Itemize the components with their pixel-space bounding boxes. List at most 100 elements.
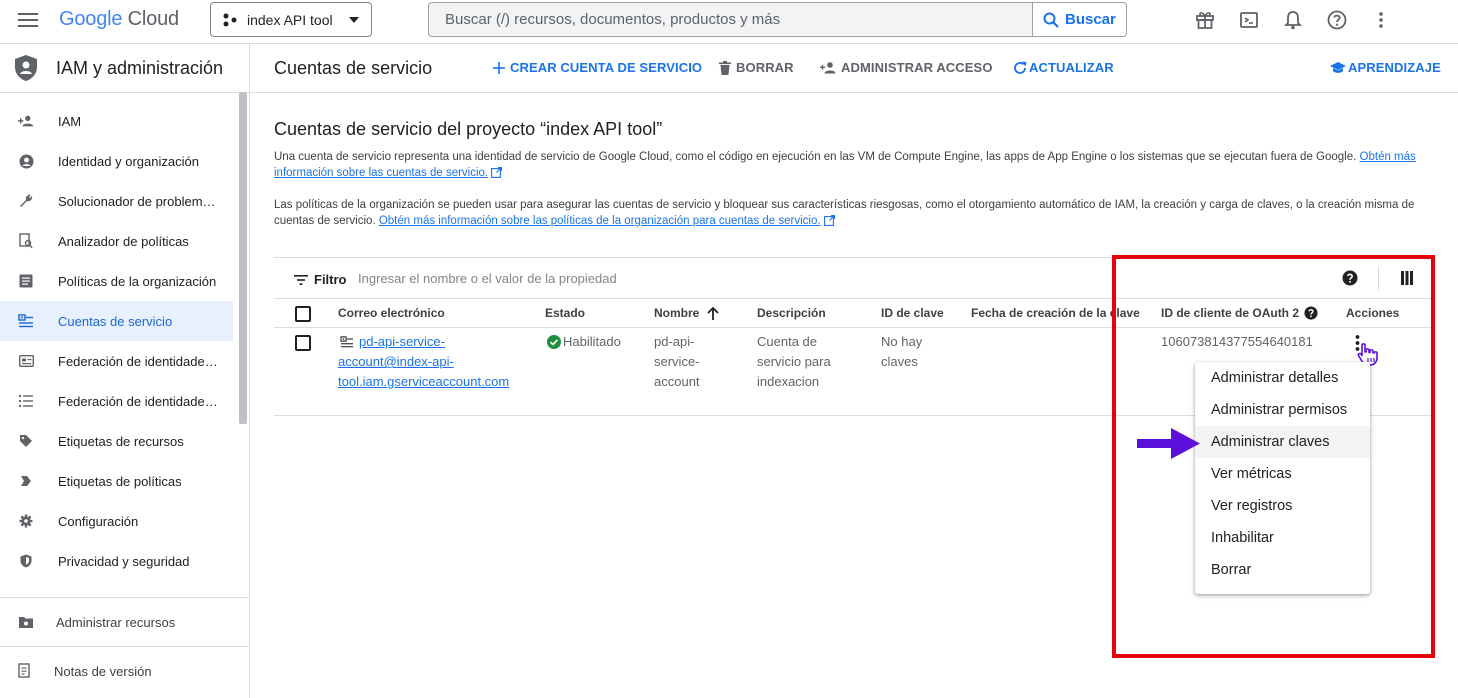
filter-list-icon <box>294 274 308 285</box>
sidebar-scrollbar[interactable] <box>239 92 247 424</box>
manage-resources-label: Administrar recursos <box>56 614 176 630</box>
name-line: pd-api- <box>654 334 695 349</box>
name-cell: pd-api- service- account <box>654 332 700 392</box>
page-title: Cuentas de servicio <box>274 58 433 78</box>
column-header-name-label: Nombre <box>654 306 700 320</box>
check-circle-icon <box>547 335 561 349</box>
description-line: servicio para <box>757 354 831 369</box>
external-link-icon <box>491 167 503 179</box>
sidebar-item-workforce-federation[interactable]: Federación de identidade… <box>0 381 233 421</box>
sidebar-item-label: Identidad y organización <box>58 153 199 169</box>
sidebar-item-iam[interactable]: IAM <box>0 101 233 141</box>
release-notes-label: Notas de versión <box>54 663 152 679</box>
google-cloud-logo[interactable]: Google Cloud <box>59 8 179 31</box>
sidebar-title: IAM y administración <box>56 57 224 78</box>
delete-label: BORRAR <box>736 60 794 75</box>
notifications-bell-icon[interactable] <box>1281 8 1305 32</box>
manage-access-button[interactable]: ADMINISTRAR ACCESO <box>820 60 993 75</box>
sidebar-item-policy-tags[interactable]: Etiquetas de políticas <box>0 461 233 501</box>
row-checkbox[interactable] <box>295 335 311 351</box>
column-header-key-id[interactable]: ID de clave <box>881 306 944 320</box>
cloud-shell-terminal-icon[interactable] <box>1237 8 1261 32</box>
description-cell: Cuenta de servicio para indexacion <box>757 332 831 392</box>
manage-access-label: ADMINISTRAR ACCESO <box>841 60 993 75</box>
service-account-email-link[interactable]: pd-api-service- account@index-api- tool.… <box>338 332 509 392</box>
list-icon <box>18 393 34 409</box>
column-header-status[interactable]: Estado <box>545 306 585 320</box>
sidebar-manage-resources[interactable]: Administrar recursos <box>0 597 249 646</box>
sidebar-item-service-accounts[interactable]: Cuentas de servicio <box>0 301 233 341</box>
sidebar-item-org-policies[interactable]: Políticas de la organización <box>0 261 233 301</box>
description-line: indexacion <box>757 374 820 389</box>
create-service-account-button[interactable]: CREAR CUENTA DE SERVICIO <box>493 60 702 75</box>
dropdown-caret-icon <box>348 16 359 23</box>
account-circle-icon <box>18 153 34 169</box>
learn-label: APRENDIZAJE <box>1348 60 1441 75</box>
key-id-line: No hay <box>881 334 923 349</box>
sidebar-item-policy-analyzer[interactable]: Analizador de políticas <box>0 221 233 261</box>
project-selector[interactable]: index API tool <box>210 2 372 37</box>
refresh-label: ACTUALIZAR <box>1029 60 1114 75</box>
column-header-description[interactable]: Descripción <box>757 306 826 320</box>
gear-icon <box>18 513 34 529</box>
plus-icon <box>493 61 505 74</box>
description-line: Cuenta de <box>757 334 817 349</box>
sidebar-item-label: Analizador de políticas <box>58 233 189 249</box>
sidebar-item-workload-federation[interactable]: Federación de identidade… <box>0 341 233 381</box>
trash-icon <box>719 60 731 75</box>
key-id-line: claves <box>881 354 918 369</box>
page-header: Cuentas de servicio CREAR CUENTA DE SERV… <box>250 44 1458 93</box>
gift-icon[interactable] <box>1193 8 1217 32</box>
email-line: tool.iam.gserviceaccount.com <box>338 374 510 389</box>
learn-more-org-policies-link[interactable]: Obtén más información sobre las política… <box>379 215 821 227</box>
sort-arrow-up-icon <box>707 306 719 320</box>
help-icon[interactable] <box>1325 8 1349 32</box>
iam-shield-icon <box>14 54 38 82</box>
tag-icon <box>18 433 34 449</box>
search-button-label: Buscar <box>1065 11 1116 28</box>
email-line: pd-api-service- <box>359 334 445 349</box>
filter-input[interactable]: Ingresar el nombre o el valor de la prop… <box>358 271 1058 286</box>
sidebar-item-label: Etiquetas de recursos <box>58 433 184 449</box>
sidebar-item-label: Solucionador de problem… <box>58 193 216 209</box>
create-label: CREAR CUENTA DE SERVICIO <box>510 60 703 75</box>
search-placeholder: Buscar (/) recursos, documentos, product… <box>445 11 781 28</box>
project-hierarchy-icon <box>223 13 237 27</box>
policy-search-icon <box>18 233 34 249</box>
filter-label: Filtro <box>314 272 347 287</box>
service-account-icon <box>18 313 34 329</box>
sidebar-item-troubleshooter[interactable]: Solucionador de problem… <box>0 181 233 221</box>
person-add-icon <box>820 61 836 74</box>
column-header-email[interactable]: Correo electrónico <box>338 306 445 320</box>
refresh-button[interactable]: ACTUALIZAR <box>1013 60 1114 75</box>
search-input[interactable]: Buscar (/) recursos, documentos, product… <box>428 2 1033 37</box>
key-id-cell: No hay claves <box>881 332 922 372</box>
sidebar-item-resource-tags[interactable]: Etiquetas de recursos <box>0 421 233 461</box>
sidebar-item-identity-org[interactable]: Identidad y organización <box>0 141 233 181</box>
sidebar-release-notes[interactable]: Notas de versión <box>0 646 249 695</box>
person-add-icon <box>18 113 34 129</box>
filter-button[interactable]: Filtro <box>294 272 347 287</box>
top-bar: Google Cloud index API tool Buscar (/) r… <box>0 0 1458 44</box>
sidebar-item-label: Políticas de la organización <box>58 273 217 289</box>
manage-resources-icon <box>18 615 34 629</box>
logo-google: Google <box>59 8 123 30</box>
wrench-icon <box>18 193 34 209</box>
sidebar-item-settings[interactable]: Configuración <box>0 501 233 541</box>
learn-button[interactable]: APRENDIZAJE <box>1330 60 1441 75</box>
sidebar-item-label: Federación de identidade… <box>58 393 218 409</box>
logo-cloud: Cloud <box>127 8 179 30</box>
delete-button[interactable]: BORRAR <box>719 60 794 75</box>
more-vert-icon[interactable] <box>1369 8 1393 32</box>
select-all-checkbox[interactable] <box>295 306 311 322</box>
sidebar-item-label: Etiquetas de políticas <box>58 473 182 489</box>
sidebar-item-label: Configuración <box>58 513 139 529</box>
hamburger-menu-icon[interactable] <box>18 12 38 28</box>
label-arrow-icon <box>18 473 34 489</box>
project-name: index API tool <box>247 11 333 28</box>
sidebar-item-privacy-security[interactable]: Privacidad y seguridad <box>0 541 233 581</box>
search-button[interactable]: Buscar <box>1032 2 1127 37</box>
description-paragraph-1: Una cuenta de servicio representa una id… <box>274 149 1434 181</box>
email-line: account@index-api- <box>338 354 454 369</box>
column-header-name[interactable]: Nombre <box>654 306 719 320</box>
